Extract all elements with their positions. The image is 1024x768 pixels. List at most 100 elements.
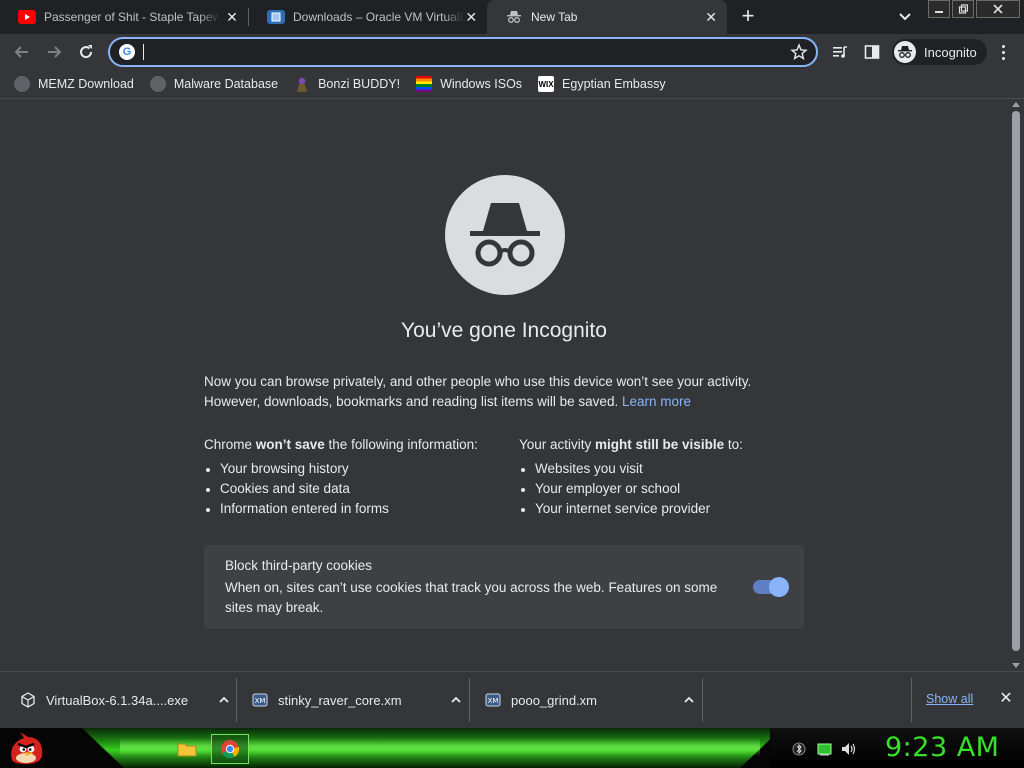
bookmark-star-icon[interactable] bbox=[790, 43, 808, 61]
wont-save-header: Chrome won’t save the following informat… bbox=[204, 435, 504, 455]
header-text: the following information: bbox=[324, 437, 478, 452]
tab-youtube[interactable]: Passenger of Shit - Staple Tapeworm ✕ bbox=[0, 0, 248, 34]
taskbar-file-explorer[interactable] bbox=[168, 734, 206, 764]
list-item: Your employer or school bbox=[519, 479, 819, 499]
incognito-page: You’ve gone Incognito Now you can browse… bbox=[0, 99, 1008, 671]
close-downloads-icon[interactable]: ✕ bbox=[998, 691, 1014, 707]
tab-downloads[interactable]: Downloads – Oracle VM VirtualBox ✕ bbox=[249, 0, 487, 34]
xm-file-icon: XM bbox=[485, 692, 501, 708]
profile-label: Incognito bbox=[924, 44, 977, 60]
header-text: Your activity bbox=[519, 437, 596, 452]
incognito-profile-chip[interactable]: Incognito bbox=[892, 39, 987, 65]
download-filename: stinky_raver_core.xm bbox=[278, 692, 402, 708]
media-controls-icon[interactable] bbox=[831, 43, 849, 61]
wont-save-column: Chrome won’t save the following informat… bbox=[204, 435, 504, 519]
download-divider bbox=[911, 678, 912, 722]
close-tab-icon[interactable]: ✕ bbox=[224, 9, 240, 25]
page-scrollbar[interactable] bbox=[1008, 99, 1024, 671]
taskbar-chrome[interactable] bbox=[211, 734, 249, 764]
start-button-angry-bird-icon[interactable] bbox=[6, 730, 46, 766]
chrome-icon bbox=[221, 740, 240, 759]
downloads-shelf: VirtualBox-6.1.34a....exe XM stinky_rave… bbox=[0, 671, 1024, 728]
bookmark-label: Egyptian Embassy bbox=[562, 77, 666, 91]
header-text: to: bbox=[724, 437, 743, 452]
download-divider bbox=[469, 678, 470, 722]
list-item: Websites you visit bbox=[519, 459, 819, 479]
chevron-up-icon[interactable] bbox=[681, 692, 697, 708]
taskbar: 9:23 AM bbox=[0, 728, 1024, 768]
new-tab-button[interactable]: + bbox=[736, 5, 760, 29]
download-item[interactable]: XM stinky_raver_core.xm bbox=[252, 680, 464, 720]
folder-icon bbox=[177, 743, 197, 757]
restore-button[interactable] bbox=[952, 0, 974, 18]
bookmark-memz-download[interactable]: MEMZ Download bbox=[14, 72, 134, 96]
tab-new-tab[interactable]: New Tab ✕ bbox=[487, 0, 727, 34]
bookmarks-bar: MEMZ Download Malware Database Bonzi BUD… bbox=[0, 70, 1024, 98]
reload-button[interactable] bbox=[74, 40, 98, 64]
side-panel-icon[interactable] bbox=[863, 43, 881, 61]
incognito-spy-icon bbox=[445, 175, 565, 295]
close-tab-icon[interactable]: ✕ bbox=[464, 9, 480, 25]
windows-icon bbox=[416, 76, 433, 92]
window-close-button[interactable] bbox=[976, 0, 1020, 18]
header-bold: might still be visible bbox=[595, 437, 725, 452]
forward-arrow-icon bbox=[48, 46, 62, 58]
chevron-up-icon[interactable] bbox=[448, 692, 464, 708]
scroll-up-arrow-icon[interactable] bbox=[1012, 102, 1020, 107]
bookmark-bonzi-buddy[interactable]: Bonzi BUDDY! bbox=[294, 72, 400, 96]
learn-more-link[interactable]: Learn more bbox=[622, 394, 691, 409]
minimize-button[interactable] bbox=[928, 0, 950, 18]
forward-button[interactable] bbox=[42, 40, 66, 64]
menu-kebab-icon[interactable] bbox=[996, 43, 1010, 61]
tab-title: Downloads – Oracle VM VirtualBox bbox=[293, 10, 464, 24]
download-filename: pooo_grind.xm bbox=[511, 692, 597, 708]
block-cookies-toggle[interactable] bbox=[753, 577, 789, 597]
list-item: Information entered in forms bbox=[204, 499, 504, 519]
show-all-downloads-link[interactable]: Show all bbox=[926, 692, 973, 706]
bookmark-windows-isos[interactable]: Windows ISOs bbox=[416, 72, 522, 96]
bookmark-label: Windows ISOs bbox=[440, 77, 523, 91]
chevron-up-icon[interactable] bbox=[216, 692, 232, 708]
wix-icon: WIX bbox=[538, 76, 555, 92]
tab-title: Passenger of Shit - Staple Tapeworm bbox=[44, 10, 220, 24]
download-filename: VirtualBox-6.1.34a....exe bbox=[46, 692, 189, 708]
toggle-knob bbox=[769, 577, 789, 597]
tray-battery-icon[interactable] bbox=[817, 741, 833, 757]
google-icon: G bbox=[119, 44, 135, 60]
download-item[interactable]: VirtualBox-6.1.34a....exe bbox=[20, 680, 232, 720]
scrollbar-thumb[interactable] bbox=[1012, 111, 1020, 651]
xm-file-icon: XM bbox=[252, 692, 268, 708]
reload-icon bbox=[80, 45, 93, 59]
download-item[interactable]: XM pooo_grind.xm bbox=[485, 680, 697, 720]
globe-icon bbox=[149, 76, 166, 92]
bookmark-egyptian-embassy[interactable]: WIX Egyptian Embassy bbox=[538, 72, 666, 96]
bookmark-malware-database[interactable]: Malware Database bbox=[149, 72, 278, 96]
text-caret bbox=[143, 44, 144, 60]
still-visible-header: Your activity might still be visible to: bbox=[519, 435, 819, 455]
address-bar[interactable]: G bbox=[108, 37, 818, 67]
virtualbox-cube-icon bbox=[20, 692, 36, 708]
tray-bluetooth-icon[interactable] bbox=[791, 741, 807, 757]
close-tab-icon[interactable]: ✕ bbox=[703, 9, 719, 25]
browser-toolbar: G Incognito bbox=[0, 34, 1024, 70]
back-button[interactable] bbox=[10, 40, 34, 64]
tab-search-icon[interactable] bbox=[895, 7, 915, 27]
list-item: Cookies and site data bbox=[204, 479, 504, 499]
address-input[interactable] bbox=[142, 42, 762, 62]
bonzi-icon bbox=[294, 76, 310, 92]
scroll-down-arrow-icon[interactable] bbox=[1012, 663, 1020, 668]
tab-strip: Passenger of Shit - Staple Tapeworm ✕ Do… bbox=[0, 0, 1024, 34]
download-divider bbox=[702, 678, 703, 722]
youtube-icon bbox=[18, 10, 36, 24]
tab-title: New Tab bbox=[531, 10, 578, 24]
incognito-icon bbox=[894, 41, 916, 63]
taskbar-clock[interactable]: 9:23 AM bbox=[885, 732, 999, 763]
third-party-cookies-card: Block third-party cookies When on, sites… bbox=[204, 545, 804, 629]
cookie-card-description: When on, sites can’t use cookies that tr… bbox=[225, 580, 718, 615]
tray-volume-icon[interactable] bbox=[841, 741, 857, 757]
back-arrow-icon bbox=[14, 46, 28, 58]
page-title: You’ve gone Incognito bbox=[401, 319, 607, 342]
wont-save-list: Your browsing history Cookies and site d… bbox=[204, 459, 504, 519]
still-visible-column: Your activity might still be visible to:… bbox=[519, 435, 819, 519]
cookie-card-title: Block third-party cookies bbox=[225, 558, 373, 573]
